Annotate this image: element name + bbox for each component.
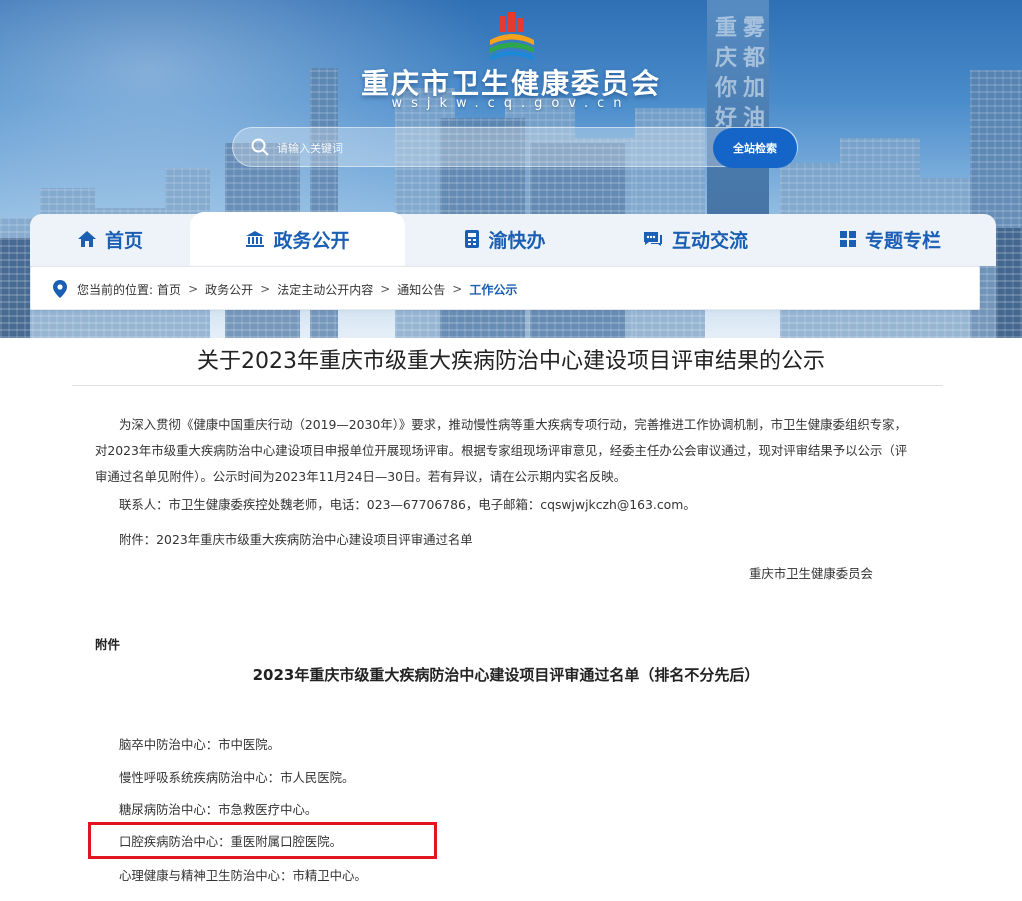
article-title: 关于2023年重庆市级重大疾病防治中心建设项目评审结果的公示 bbox=[197, 349, 825, 374]
article-attachment-link[interactable]: 附件：2023年重庆市级重大疾病防治中心建设项目评审通过名单 bbox=[119, 527, 939, 553]
annex-title: 2023年重庆市级重大疾病防治中心建设项目评审通过名单（排名不分先后） bbox=[252, 666, 760, 684]
lit-tower: 重 庆 你 好 雾 都 加 油 bbox=[707, 0, 769, 230]
site-search-button[interactable]: 全站检索 bbox=[713, 128, 797, 168]
main-nav: 首页 政务公开 渝快办 互动交流 专题专栏 bbox=[30, 212, 996, 266]
breadcrumb-box: 您当前的位置: 首页 > 政务公开 > 法定主动公开内容 > 通知公告 > 工作… bbox=[30, 266, 980, 310]
nav-item-label: 互动交流 bbox=[671, 229, 748, 252]
tower-glyph: 重 bbox=[715, 16, 738, 41]
chat-icon bbox=[643, 232, 662, 246]
article-signer: 重庆市卫生健康委员会 bbox=[749, 566, 873, 581]
nav-item-label: 渝快办 bbox=[488, 229, 546, 252]
nav-item-label: 政务公开 bbox=[273, 229, 350, 252]
government-icon bbox=[246, 231, 265, 247]
highlight-annotation-box bbox=[88, 822, 437, 859]
breadcrumb-prefix: 您当前的位置: bbox=[77, 282, 154, 297]
nav-item-interaction[interactable]: 互动交流 bbox=[615, 212, 775, 266]
list-item: 慢性呼吸系统疾病防治中心：市人民医院。 bbox=[119, 770, 355, 785]
nav-item-home[interactable]: 首页 bbox=[50, 212, 170, 266]
home-icon bbox=[77, 231, 96, 247]
breadcrumb-link-work-publicity[interactable]: 工作公示 bbox=[469, 281, 517, 298]
annex-label: 附件 bbox=[95, 637, 121, 652]
breadcrumb-separator: > bbox=[452, 282, 463, 296]
grid-icon bbox=[839, 231, 856, 247]
nav-item-label: 首页 bbox=[104, 229, 143, 252]
breadcrumb-separator: > bbox=[260, 282, 271, 296]
breadcrumb: 您当前的位置: 首页 > 政务公开 > 法定主动公开内容 > 通知公告 > 工作… bbox=[53, 280, 517, 298]
tower-glyph: 雾 bbox=[743, 16, 766, 41]
list-item: 糖尿病防治中心：市急救医疗中心。 bbox=[119, 802, 318, 817]
search-bar: 全站检索 bbox=[232, 127, 798, 168]
article-contact: 联系人：市卫生健康委疾控处魏老师，电话：023—67706786，电子邮箱：cq… bbox=[119, 497, 696, 512]
list-item: 脑卒中防治中心：市中医院。 bbox=[119, 737, 281, 752]
nav-item-label: 专题专栏 bbox=[864, 229, 941, 252]
site-domain: wsjkw.cq.gov.cn bbox=[391, 96, 631, 111]
breadcrumb-link-home[interactable]: 首页 bbox=[157, 281, 181, 298]
skyline-building bbox=[0, 238, 30, 338]
breadcrumb-link-notices[interactable]: 通知公告 bbox=[397, 281, 445, 298]
location-pin-icon bbox=[53, 280, 67, 298]
article-body: 为深入贯彻《健康中国重庆行动（2019—2030年）》要求，推动慢性病等重大疾病… bbox=[95, 417, 908, 484]
nav-item-yukuaiban[interactable]: 渝快办 bbox=[430, 212, 580, 266]
list-item: 心理健康与精神卫生防治中心：市精卫中心。 bbox=[119, 868, 367, 883]
nav-item-special-topics[interactable]: 专题专栏 bbox=[810, 212, 970, 266]
breadcrumb-separator: > bbox=[188, 282, 199, 296]
breadcrumb-separator: > bbox=[380, 282, 391, 296]
breadcrumb-link-gov-affairs[interactable]: 政务公开 bbox=[205, 281, 253, 298]
search-input[interactable] bbox=[277, 137, 697, 159]
search-icon[interactable] bbox=[251, 138, 269, 156]
breadcrumb-link-statutory[interactable]: 法定主动公开内容 bbox=[277, 281, 373, 298]
site-logo bbox=[490, 12, 534, 61]
title-divider bbox=[72, 385, 943, 386]
service-icon bbox=[465, 230, 480, 248]
nav-item-gov-affairs[interactable]: 政务公开 bbox=[190, 212, 405, 266]
skyline-building bbox=[996, 228, 1022, 338]
